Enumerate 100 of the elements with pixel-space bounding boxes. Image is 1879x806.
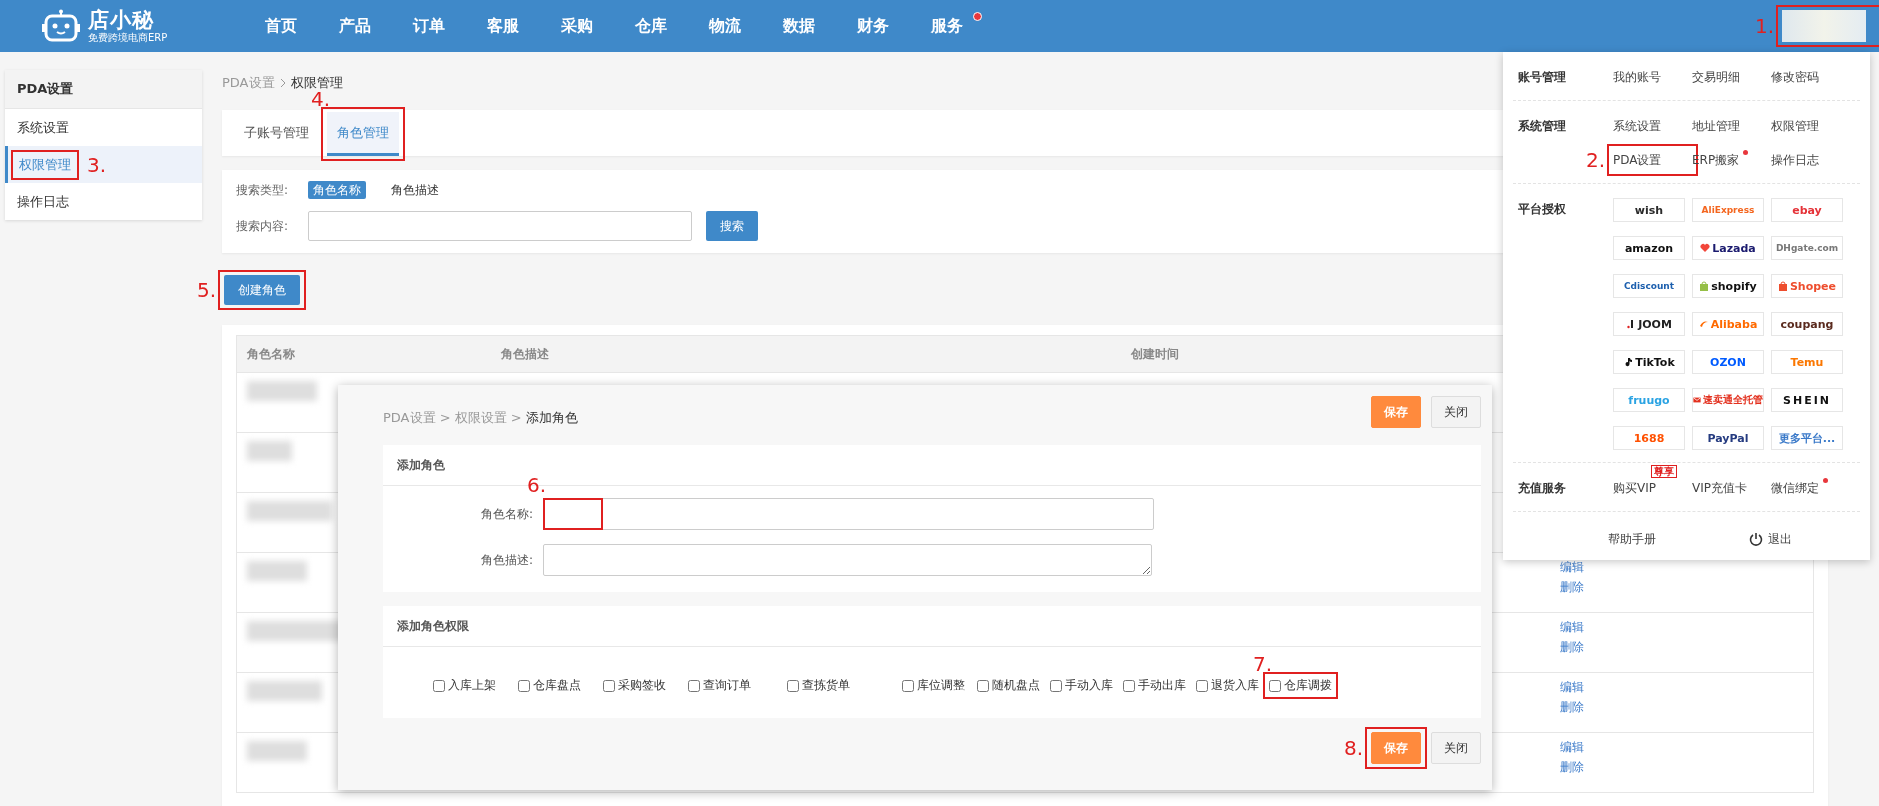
breadcrumb-item[interactable]: PDA设置 (222, 74, 275, 92)
nav-item[interactable]: 产品 (318, 0, 392, 52)
nav-item[interactable]: 客服 (466, 0, 540, 52)
checkbox[interactable] (902, 679, 914, 692)
platform-tile[interactable]: JOOM (1613, 312, 1685, 336)
step-number: 3. (87, 153, 107, 176)
menu-group-title: 充值服务 (1517, 480, 1567, 497)
menu-link[interactable]: PDA设置 (1613, 149, 1662, 171)
action-link[interactable]: 编辑 (1560, 739, 1584, 756)
column-header: 角色描述 (491, 336, 1121, 373)
checkbox[interactable] (1123, 679, 1135, 692)
platform-tile[interactable]: Alibaba (1692, 312, 1764, 336)
sidebar-item[interactable]: 操作日志 (5, 183, 202, 220)
search-type-option[interactable]: 角色描述 (386, 181, 444, 199)
platform-tile[interactable]: 1688 (1613, 426, 1685, 450)
menu-link[interactable]: 交易明细 (1692, 66, 1740, 88)
search-button[interactable]: 搜索 (706, 211, 758, 241)
checkbox-label: 手动出库 (1138, 677, 1186, 694)
music-note-icon (1623, 357, 1634, 367)
platform-tile[interactable]: OZON (1692, 350, 1764, 374)
checkbox[interactable] (433, 679, 445, 692)
action-link[interactable]: 删除 (1560, 579, 1584, 596)
platform-tile[interactable]: ebay (1771, 198, 1843, 222)
nav-item[interactable]: 数据 (762, 0, 836, 52)
nav-item[interactable]: 财务 (836, 0, 910, 52)
checkbox-label: 仓库调拨 (1284, 677, 1332, 694)
sidebar-item[interactable]: 权限管理 3. (5, 146, 202, 183)
action-link[interactable]: 删除 (1560, 759, 1584, 776)
nav-item[interactable]: 采购 (540, 0, 614, 52)
bag-icon (1699, 281, 1710, 291)
action-link[interactable]: 删除 (1560, 639, 1584, 656)
step-number: 7. (1253, 653, 1273, 675)
field-label: 角色描述: (479, 551, 533, 569)
platform-tile[interactable]: SHEIN (1771, 388, 1843, 412)
platform-tile[interactable]: 更多平台... (1771, 426, 1843, 450)
sidebar-item-label: 权限管理 (11, 149, 79, 180)
menu-link[interactable]: 系统设置 (1613, 115, 1661, 137)
dialog-breadcrumb: PDA设置 > 权限设置 > 添加角色 (383, 409, 578, 427)
checkbox-label: 采购签收 (618, 677, 666, 694)
checkbox[interactable] (688, 679, 700, 692)
checkbox[interactable] (1196, 679, 1208, 692)
menu-link[interactable]: 微信绑定 (1771, 477, 1828, 499)
sidebar-item[interactable]: 系统设置 (5, 109, 202, 146)
checkbox[interactable] (1050, 679, 1062, 692)
column-header: 角色名称 (237, 336, 491, 373)
column-header: 创建时间 (1121, 336, 1331, 373)
platform-tile[interactable]: AliExpress (1692, 198, 1764, 222)
close-button[interactable]: 关闭 (1431, 396, 1481, 428)
action-link[interactable]: 编辑 (1560, 619, 1584, 636)
envelope-icon (1693, 395, 1701, 405)
platform-tile[interactable]: TikTok (1613, 350, 1685, 374)
step-number: 5. (196, 279, 216, 301)
checkbox[interactable] (518, 679, 530, 692)
platform-tile[interactable]: amazon (1613, 236, 1685, 260)
checkbox-label: 查询订单 (703, 677, 751, 694)
platform-tile[interactable]: 速卖通全托管 (1692, 388, 1764, 412)
tab[interactable]: 子账号管理 (234, 112, 319, 156)
search-type-label: 搜索类型: (236, 182, 290, 199)
platform-tile[interactable]: fruugo (1613, 388, 1685, 412)
nav-item[interactable]: 物流 (688, 0, 762, 52)
platform-tile[interactable]: Lazada (1692, 236, 1764, 260)
menu-link[interactable]: 权限管理 (1771, 115, 1819, 137)
help-link[interactable]: 帮助手册 (1608, 528, 1656, 550)
platform-tile[interactable]: PayPal (1692, 426, 1764, 450)
close-button[interactable]: 关闭 (1431, 732, 1481, 764)
checkbox[interactable] (603, 679, 615, 692)
step-number: 2. (1585, 149, 1605, 171)
action-link[interactable]: 删除 (1560, 699, 1584, 716)
nav-item[interactable]: 仓库 (614, 0, 688, 52)
menu-group-title: 平台授权 (1517, 201, 1567, 218)
checkbox[interactable] (1269, 679, 1281, 692)
menu-link[interactable]: 我的账号 (1613, 66, 1661, 88)
action-link[interactable]: 编辑 (1560, 679, 1584, 696)
platform-tile[interactable]: Cdiscount (1613, 274, 1685, 298)
tab[interactable]: 角色管理 (327, 112, 399, 156)
nav-item[interactable]: 首页 (244, 0, 318, 52)
menu-link[interactable]: 修改密码 (1771, 66, 1819, 88)
platform-tile[interactable]: Temu (1771, 350, 1843, 374)
search-field[interactable] (308, 211, 692, 241)
logout-link[interactable]: 退出 (1749, 530, 1792, 548)
name-field[interactable] (543, 498, 1154, 530)
description-field[interactable] (543, 544, 1152, 576)
checkbox-label: 库位调整 (917, 677, 965, 694)
platform-tile[interactable]: wish (1613, 198, 1685, 222)
checkbox[interactable] (977, 679, 989, 692)
platform-tile[interactable]: DHgate.com (1771, 236, 1843, 260)
action-link[interactable]: 编辑 (1560, 559, 1584, 576)
checkbox[interactable] (787, 679, 799, 692)
platform-tile[interactable]: Shopee (1771, 274, 1843, 298)
search-type-option[interactable]: 角色名称 (308, 181, 366, 199)
menu-link[interactable]: 地址管理 (1692, 115, 1740, 137)
platform-tile[interactable]: coupang (1771, 312, 1843, 336)
menu-link[interactable]: 购买VIP (1613, 477, 1656, 499)
nav-item[interactable]: 服务 (910, 0, 984, 52)
nav-item[interactable]: 订单 (392, 0, 466, 52)
menu-link[interactable]: VIP充值卡 (1692, 477, 1747, 499)
create-role-button[interactable]: 创建角色 (224, 275, 300, 305)
menu-link[interactable]: 操作日志 (1771, 149, 1819, 171)
step-number: 8. (1343, 737, 1363, 759)
platform-tile[interactable]: shopify (1692, 274, 1764, 298)
